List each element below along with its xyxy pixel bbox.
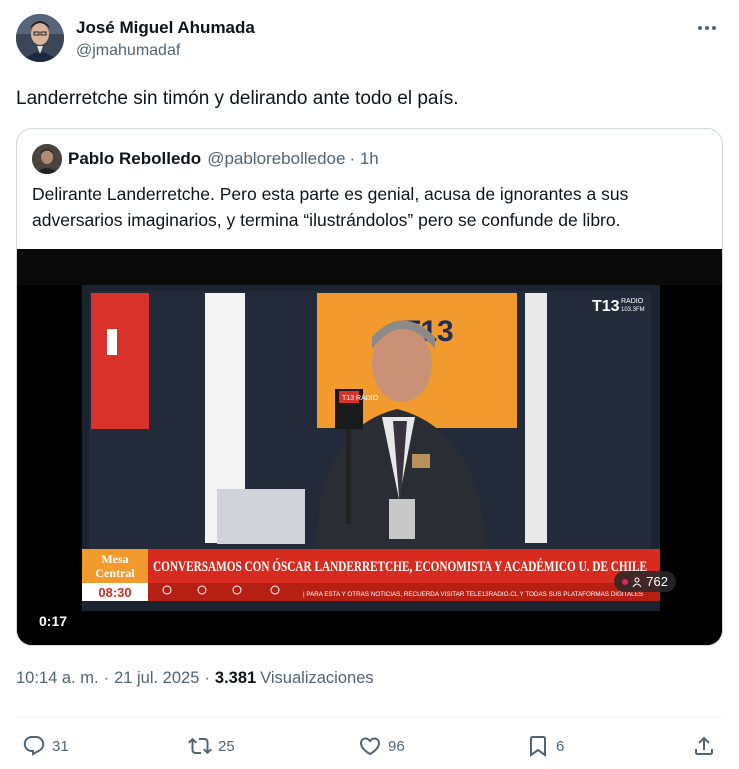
like-button[interactable]: 96 [358, 730, 405, 762]
video-channel-logo: T13 [592, 298, 620, 315]
video-program-top: Mesa [101, 552, 128, 566]
tweet-header: José Miguel Ahumada @jmahumadaf [16, 14, 723, 66]
tweet-date[interactable]: 21 jul. 2025 [114, 669, 199, 688]
retweet-button[interactable]: 25 [188, 730, 235, 762]
tweet-text: Landerretche sin timón y delirando ante … [16, 88, 459, 109]
meta-separator: · [103, 669, 110, 687]
divider [16, 716, 723, 717]
share-button[interactable] [692, 730, 716, 762]
reply-icon [23, 736, 45, 756]
quote-author-handle: @pablorebolledoe [207, 149, 346, 168]
quote-author-name: Pablo Rebolledo [68, 149, 202, 168]
quoted-tweet[interactable]: Pablo Rebolledo @pablorebolledoe · 1h De… [16, 128, 723, 646]
bookmark-icon [530, 736, 546, 757]
retweet-icon [188, 737, 212, 755]
author-handle[interactable]: @jmahumadaf [76, 40, 255, 62]
reply-count: 31 [52, 737, 69, 755]
person-icon [632, 577, 642, 587]
heart-icon [359, 737, 381, 756]
share-icon [695, 736, 713, 755]
action-bar: 31 25 96 6 [16, 730, 723, 762]
video-headline: CONVERSAMOS CON ÓSCAR LANDERRETCHE, ECON… [153, 558, 647, 575]
video-program-bottom: Central [95, 566, 135, 580]
author-avatar[interactable] [16, 14, 64, 62]
bookmark-button[interactable]: 6 [526, 730, 564, 762]
like-count: 96 [388, 737, 405, 755]
views-count: 3.381 [214, 669, 257, 687]
video-channel-freq: 103.3FM [621, 307, 645, 313]
video-views-badge: 762 [614, 571, 676, 592]
tweet-meta: 10:14 a. m. · 21 jul. 2025 · 3.381 Visua… [16, 669, 374, 688]
video-timer: 0:17 [31, 610, 76, 632]
views-label: Visualizaciones [260, 669, 374, 687]
bookmark-count: 6 [556, 737, 565, 755]
retweet-count: 25 [218, 737, 235, 755]
more-options-icon[interactable] [695, 16, 719, 40]
video-views: 762 [646, 574, 668, 589]
video-player[interactable]: T13 T13 RADIO 103.3FM T13 RADIO Mesa Cen… [17, 249, 722, 645]
video-mic-label: T13 RADIO [342, 395, 379, 402]
author-name[interactable]: José Miguel Ahumada [76, 17, 255, 39]
tweet-time[interactable]: 10:14 a. m. [16, 669, 99, 688]
quote-text: Delirante Landerretche. Pero esta parte … [32, 184, 629, 230]
meta-separator: · [204, 669, 210, 687]
video-channel-sub: RADIO [621, 298, 644, 305]
quote-author-avatar [32, 144, 62, 174]
record-dot-icon [622, 578, 629, 585]
video-clock: 08:30 [98, 585, 131, 600]
reply-button[interactable]: 31 [22, 730, 69, 762]
quote-time: · 1h [349, 149, 379, 168]
video-ticker: | PARA ESTA Y OTRAS NOTICIAS, RECUERDA V… [303, 591, 644, 598]
